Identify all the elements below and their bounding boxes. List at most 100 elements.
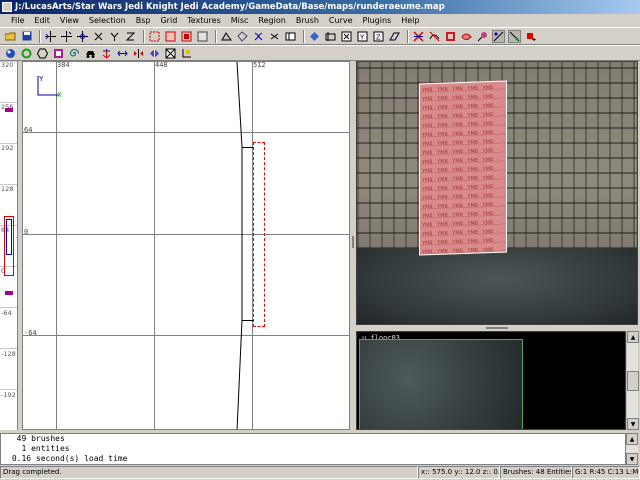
- flip-y-icon[interactable]: [60, 30, 73, 43]
- menu-selection[interactable]: Selection: [84, 16, 131, 25]
- status-counts: Brushes: 48 Entities: 1: [500, 466, 572, 479]
- flip-z-icon[interactable]: [76, 30, 89, 43]
- camera-view[interactable]: YM8 YM8 YM8 YM8 YM8 YM8 YM8 YM8 YM8 YM8 …: [356, 61, 638, 325]
- menu-bsp[interactable]: Bsp: [131, 16, 156, 25]
- selected-face[interactable]: YM8 YM8 YM8 YM8 YM8 YM8 YM8 YM8 YM8 YM8 …: [419, 80, 507, 256]
- lock-grid-icon[interactable]: [492, 29, 505, 43]
- toolbar-separator: [303, 29, 305, 43]
- blue-sphere-icon[interactable]: [4, 47, 17, 60]
- red-arrows-icon[interactable]: [132, 47, 145, 60]
- menu-grid[interactable]: Grid: [155, 16, 182, 25]
- status-message: Drag completed.: [0, 466, 418, 479]
- open-icon[interactable]: [4, 30, 17, 43]
- select-partial-tall-icon[interactable]: [180, 30, 193, 43]
- scroll-thumb[interactable]: [627, 371, 639, 391]
- flip-x-icon[interactable]: [44, 30, 57, 43]
- toolbar-separator: [407, 29, 409, 43]
- purple-square-icon[interactable]: [52, 47, 65, 60]
- svg-text:Z: Z: [376, 33, 381, 41]
- wall-lines: [37, 62, 243, 429]
- menu-view[interactable]: View: [55, 16, 84, 25]
- scroll-up-icon[interactable]: ▲: [627, 331, 639, 343]
- scale-icon[interactable]: [476, 30, 489, 43]
- svg-text:Y: Y: [359, 33, 365, 41]
- camera-movement-icon[interactable]: [340, 30, 353, 43]
- csg-merge-icon[interactable]: [236, 30, 249, 43]
- grid-line: [0, 389, 17, 390]
- z-axis-icon[interactable]: [388, 30, 401, 43]
- selected-brush[interactable]: [253, 142, 265, 327]
- main-toolbar: Y Z: [0, 27, 640, 45]
- drag-edges-icon[interactable]: [444, 30, 457, 43]
- texture-lock-icon[interactable]: [180, 47, 193, 60]
- scroll-down-icon[interactable]: ▼: [627, 418, 639, 430]
- drag-vertices-icon[interactable]: [460, 30, 473, 43]
- show-curves-icon[interactable]: [428, 30, 441, 43]
- menu-region[interactable]: Region: [253, 16, 290, 25]
- select-touching-icon[interactable]: [164, 30, 177, 43]
- splitter-grip: [352, 236, 354, 248]
- car-icon[interactable]: [84, 47, 97, 60]
- csg-subtract-icon[interactable]: [220, 30, 233, 43]
- y-axis-icon[interactable]: Z: [372, 30, 385, 43]
- blue-diamond-icon[interactable]: [148, 47, 161, 60]
- entity-list-icon[interactable]: [412, 30, 425, 43]
- select-inside-icon[interactable]: [196, 30, 209, 43]
- z-view[interactable]: 320 256 192 128 64 0 -64 -128 -192: [0, 61, 18, 430]
- toolbar-separator: [215, 29, 217, 43]
- z-label: -192: [1, 391, 16, 399]
- texture-view-icon[interactable]: [308, 30, 321, 43]
- arrows-split-icon[interactable]: [116, 47, 129, 60]
- rotate-z-icon[interactable]: [124, 30, 137, 43]
- z-marker: [5, 291, 13, 295]
- xy-grid-view[interactable]: 384 448 512 64 0 -64 Y X: [22, 61, 350, 430]
- patch-icon[interactable]: [508, 29, 521, 43]
- z-label: 128: [1, 185, 14, 193]
- rotate-x-icon[interactable]: [92, 30, 105, 43]
- change-views-icon[interactable]: [284, 30, 297, 43]
- menu-misc[interactable]: Misc: [226, 16, 254, 25]
- clipper-icon[interactable]: [268, 30, 281, 43]
- spiral-icon[interactable]: [68, 47, 81, 60]
- hex-icon[interactable]: [36, 47, 49, 60]
- y-axis-label: Y: [39, 75, 44, 83]
- green-cycle-icon[interactable]: [20, 47, 33, 60]
- window-title: J:/LucasArts/Star Wars Jedi Knight Jedi …: [15, 2, 445, 12]
- scroll-up-icon[interactable]: ▲: [626, 433, 638, 445]
- texture-scrollbar[interactable]: ▲ ▼: [626, 331, 639, 430]
- status-coordinates: x:: 575.0 y:: 12.0 z:: 0.0: [418, 466, 500, 479]
- x-axis-label: X: [57, 91, 62, 99]
- z-camera-marker[interactable]: [6, 219, 12, 255]
- console-scrollbar[interactable]: ▲ ▼: [626, 433, 638, 465]
- scroll-down-icon[interactable]: ▼: [626, 453, 638, 465]
- arrows-down-icon[interactable]: [100, 47, 113, 60]
- box-x-icon[interactable]: [164, 47, 177, 60]
- menu-file[interactable]: File: [6, 16, 29, 25]
- toolbar-separator: [143, 29, 145, 43]
- select-complete-tall-icon[interactable]: [148, 30, 161, 43]
- x-axis-icon[interactable]: Y: [356, 30, 369, 43]
- menu-help[interactable]: Help: [396, 16, 424, 25]
- menu-textures[interactable]: Textures: [182, 16, 225, 25]
- menu-bar: File Edit View Selection Bsp Grid Textur…: [0, 14, 640, 27]
- hollow-icon[interactable]: [252, 30, 265, 43]
- menu-brush[interactable]: Brush: [291, 16, 324, 25]
- console-output: 49 brushes 1 entities 0.16 second(s) loa…: [0, 433, 626, 465]
- floor-surface: [357, 248, 637, 324]
- z-marker: [5, 108, 13, 112]
- title-bar: J:/LucasArts/Star Wars Jedi Knight Jedi …: [0, 0, 640, 14]
- menu-plugins[interactable]: Plugins: [358, 16, 397, 25]
- cubic-clip-icon[interactable]: [324, 30, 337, 43]
- z-label: -128: [1, 350, 16, 358]
- menu-curve[interactable]: Curve: [324, 16, 358, 25]
- red-square-icon[interactable]: [524, 30, 537, 43]
- save-icon[interactable]: [20, 30, 33, 43]
- splitter-grip: [486, 327, 508, 329]
- status-bar: Drag completed. x:: 575.0 y:: 12.0 z:: 0…: [0, 466, 640, 480]
- rotate-y-icon[interactable]: [108, 30, 121, 43]
- texture-tile[interactable]: [359, 339, 523, 429]
- texture-browser[interactable]: u_floor03: [356, 331, 626, 430]
- app-icon: [2, 2, 12, 12]
- console-line: 49 brushes: [7, 434, 65, 443]
- menu-edit[interactable]: Edit: [29, 16, 55, 25]
